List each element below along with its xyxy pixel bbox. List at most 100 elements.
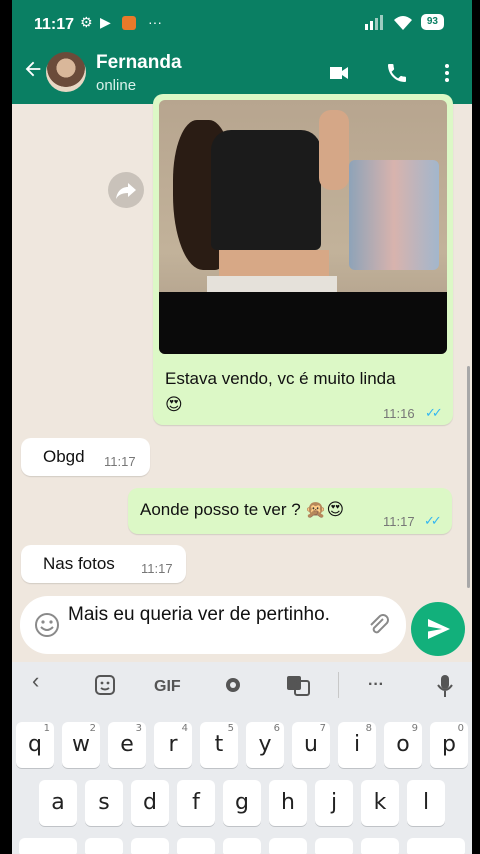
key-t[interactable]: 5t <box>200 722 238 768</box>
outgoing-message[interactable]: Aonde posso te ver ? 🙊😍 11:17 ✓✓ <box>128 488 452 534</box>
chat-scrollbar[interactable] <box>467 366 470 588</box>
outgoing-photo-message[interactable]: Estava vendo, vc é muito linda 😍 11:16 ✓… <box>153 94 453 425</box>
key-d[interactable]: d <box>131 780 169 826</box>
key-label: q <box>28 732 42 757</box>
keyboard-collapse-icon[interactable]: ‹ <box>32 668 39 694</box>
photo-clothes-rack <box>349 160 439 270</box>
key-g[interactable]: g <box>223 780 261 826</box>
toolbar-divider <box>338 672 339 698</box>
read-receipt-icon: ✓✓ <box>425 405 443 420</box>
key-hint: 8 <box>365 723 372 734</box>
incoming-message[interactable]: Obgd 11:17 <box>21 438 150 476</box>
message-text: Aonde posso te ver ? 🙊😍 <box>140 500 345 519</box>
more-tools-button[interactable]: ··· <box>368 676 384 694</box>
shift-key[interactable] <box>19 838 77 854</box>
keyboard: ‹ GIF ··· 1q2w3e4r5t6y7u8i9o0p asdfghjkl <box>12 662 472 854</box>
signal-icon <box>364 15 383 30</box>
forward-icon <box>116 183 136 199</box>
key-m[interactable] <box>361 838 399 854</box>
message-text: Estava vendo, vc é muito linda 😍 <box>165 369 396 414</box>
keyboard-row-3 <box>12 838 472 854</box>
key-label: p <box>442 732 456 757</box>
chat-area[interactable]: Estava vendo, vc é muito linda 😍 11:16 ✓… <box>12 94 472 660</box>
phone-icon[interactable] <box>384 61 410 85</box>
contact-status: online <box>96 77 137 94</box>
key-f[interactable]: f <box>177 780 215 826</box>
key-o[interactable]: 9o <box>384 722 422 768</box>
key-v[interactable] <box>223 838 261 854</box>
message-text: Obgd <box>43 447 85 466</box>
key-hint: 0 <box>457 723 464 734</box>
key-a[interactable]: a <box>39 780 77 826</box>
send-button[interactable] <box>411 602 465 656</box>
status-time: 11:17 <box>34 16 75 33</box>
key-y[interactable]: 6y <box>246 722 284 768</box>
key-hint: 2 <box>89 723 96 734</box>
message-time: 11:16 <box>383 406 415 421</box>
key-w[interactable]: 2w <box>62 722 100 768</box>
key-j[interactable]: j <box>315 780 353 826</box>
key-k[interactable]: k <box>361 780 399 826</box>
key-x[interactable] <box>131 838 169 854</box>
contact-avatar[interactable] <box>46 52 86 92</box>
composer-bar: Mais eu queria ver de pertinho. <box>12 592 472 662</box>
incoming-message[interactable]: Nas fotos 11:17 <box>21 545 186 583</box>
more-dots-icon: ··· <box>148 14 162 30</box>
message-input-text[interactable]: Mais eu queria ver de pertinho. <box>68 604 358 626</box>
key-e[interactable]: 3e <box>108 722 146 768</box>
key-label: o <box>396 732 410 757</box>
key-b[interactable] <box>269 838 307 854</box>
read-receipt-icon: ✓✓ <box>424 513 442 528</box>
forward-button[interactable] <box>108 172 144 208</box>
gif-button[interactable]: GIF <box>154 678 181 696</box>
key-z[interactable] <box>85 838 123 854</box>
settings-icon[interactable] <box>222 674 244 696</box>
key-s[interactable]: s <box>85 780 123 826</box>
translate-icon[interactable] <box>286 674 310 696</box>
key-u[interactable]: 7u <box>292 722 330 768</box>
key-hint: 7 <box>319 723 326 734</box>
key-label: i <box>353 732 361 757</box>
emoji-icon[interactable] <box>34 612 60 638</box>
keyboard-row-2: asdfghjkl <box>12 780 472 826</box>
key-label: t <box>214 732 224 757</box>
message-time: 11:17 <box>104 454 136 469</box>
key-hint: 1 <box>43 723 50 734</box>
message-time: 11:17 <box>141 561 173 576</box>
send-icon <box>428 619 450 639</box>
key-label: e <box>120 732 134 757</box>
shared-photo[interactable] <box>159 100 447 354</box>
key-r[interactable]: 4r <box>154 722 192 768</box>
key-l[interactable]: l <box>407 780 445 826</box>
keyboard-toolbar: ‹ GIF ··· <box>12 662 472 710</box>
key-q[interactable]: 1q <box>16 722 54 768</box>
message-input[interactable]: Mais eu queria ver de pertinho. <box>20 596 406 654</box>
menu-dots-icon[interactable] <box>434 61 460 85</box>
photo-black-top <box>211 130 321 250</box>
key-hint: 3 <box>135 723 142 734</box>
key-label: u <box>304 732 318 757</box>
back-arrow-icon[interactable] <box>22 58 44 80</box>
status-right-group: 93 <box>364 14 444 30</box>
status-bar: 11:17 ⚙ ▶ ··· 93 <box>12 0 472 48</box>
backspace-key[interactable] <box>407 838 465 854</box>
video-call-icon[interactable] <box>326 61 352 85</box>
key-label: w <box>72 732 90 757</box>
whatsapp-chat-screen: 11:17 ⚙ ▶ ··· 93 Fernanda online Estava … <box>12 0 472 854</box>
key-hint: 5 <box>227 723 234 734</box>
microphone-icon[interactable] <box>436 674 454 698</box>
sticker-icon[interactable] <box>94 674 116 696</box>
photo-arm-phone <box>319 110 349 190</box>
key-p[interactable]: 0p <box>430 722 468 768</box>
contact-name[interactable]: Fernanda <box>96 52 182 74</box>
key-c[interactable] <box>177 838 215 854</box>
key-n[interactable] <box>315 838 353 854</box>
key-h[interactable]: h <box>269 780 307 826</box>
message-text: Nas fotos <box>43 554 115 573</box>
key-hint: 6 <box>273 723 280 734</box>
key-i[interactable]: 8i <box>338 722 376 768</box>
message-time: 11:17 <box>383 514 415 529</box>
attach-icon[interactable] <box>366 612 392 638</box>
keyboard-row-1: 1q2w3e4r5t6y7u8i9o0p <box>12 722 472 768</box>
key-hint: 4 <box>181 723 188 734</box>
